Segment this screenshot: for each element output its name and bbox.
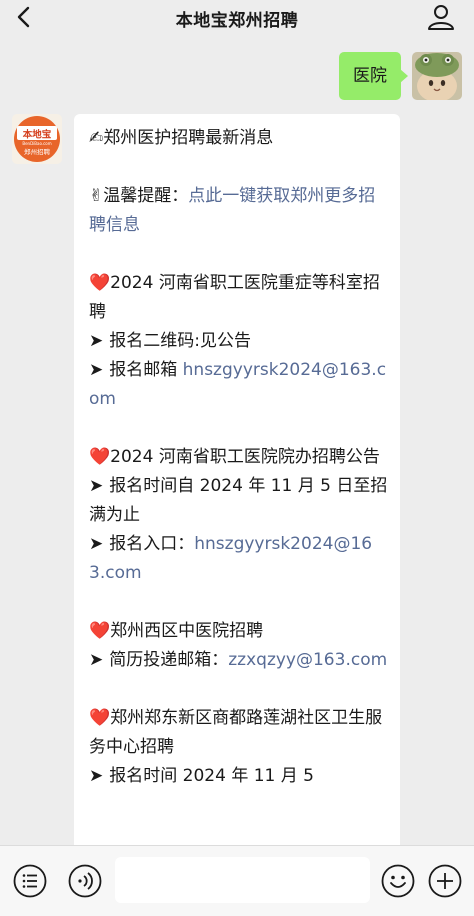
writing-hand-icon: ✍ — [89, 128, 104, 148]
section-heading: ❤️2024 河南省职工医院重症等科室招聘 — [89, 273, 380, 322]
list-item: ➤ 报名时间 2024 年 11 月 5 — [89, 762, 388, 791]
tip-line: ✌温馨提醒：点此一键获取郑州更多招聘信息 — [89, 186, 376, 235]
chat-title: 本地宝郑州招聘 — [175, 11, 299, 31]
item-label: 报名二维码: — [109, 331, 200, 351]
job-sections: ❤️2024 河南省职工医院重症等科室招聘 ➤ 报名二维码:见公告 ➤ 报名邮箱 hns… — [89, 240, 388, 791]
person-icon[interactable] — [426, 3, 456, 31]
svg-text:本地宝: 本地宝 — [23, 129, 52, 141]
arrow-icon: ➤ — [89, 766, 104, 786]
emoji-icon[interactable] — [381, 864, 415, 898]
input-bar — [0, 845, 474, 916]
plus-icon[interactable] — [428, 864, 462, 898]
outgoing-message-bubble[interactable]: 医院 — [339, 52, 408, 100]
section-heading: ❤️郑州西区中医院招聘 — [89, 621, 264, 641]
item-label: 报名入口： — [109, 534, 195, 554]
voice-icon[interactable] — [68, 864, 102, 898]
item-label: 报名时间 2024 年 11 月 5 — [109, 766, 314, 786]
arrow-icon: ➤ — [89, 331, 104, 351]
chat-header: 本地宝郑州招聘 — [0, 0, 474, 34]
email-link[interactable]: zzxqzyy@163.com — [228, 650, 387, 670]
item-label: 报名时间自 2024 年 11 月 5 日至招满为止 — [89, 476, 388, 525]
svg-text:BenDiBao.com: BenDiBao.com — [22, 141, 51, 146]
item-value: 见公告 — [199, 331, 251, 351]
list-item: ➤ 报名邮箱 hnszgyyrsk2024@163.com — [89, 356, 388, 414]
arrow-icon: ➤ — [89, 476, 104, 496]
heart-icon: ❤️ — [89, 708, 111, 728]
user-avatar-image — [412, 52, 462, 100]
arrow-icon: ➤ — [89, 360, 104, 380]
list-item: ➤ 报名入口：hnszgyyrsk2024@163.com — [89, 530, 388, 588]
arrow-icon: ➤ — [89, 534, 104, 554]
outgoing-message-text: 医院 — [353, 66, 387, 86]
item-label: 报名邮箱 — [109, 360, 183, 380]
avatar[interactable]: 本地宝 BenDiBao.com 郑州招聘 — [12, 114, 62, 164]
bendibao-logo-icon: 本地宝 BenDiBao.com 郑州招聘 — [14, 116, 60, 162]
arrow-icon: ➤ — [89, 650, 104, 670]
heart-icon: ❤️ — [89, 621, 111, 641]
message-input[interactable] — [115, 857, 370, 903]
list-item: ➤ 报名时间自 2024 年 11 月 5 日至招满为止 — [89, 472, 388, 530]
message-title: ✍郑州医护招聘最新消息 — [89, 128, 274, 148]
avatar[interactable] — [412, 52, 462, 100]
heart-icon: ❤️ — [89, 447, 111, 467]
list-item: ➤ 报名二维码:见公告 — [89, 327, 388, 356]
victory-hand-icon: ✌ — [89, 186, 104, 206]
section-heading: ❤️2024 河南省职工医院院办招聘公告 — [89, 447, 380, 467]
item-label: 简历投递邮箱： — [109, 650, 229, 670]
incoming-message-bubble[interactable]: ✍郑州医护招聘最新消息 ✌温馨提醒：点此一键获取郑州更多招聘信息 ❤️2024 … — [74, 114, 400, 874]
list-item: ➤ 简历投递邮箱：zzxqzyy@163.com — [89, 646, 388, 675]
heart-icon: ❤️ — [89, 273, 111, 293]
menu-list-icon[interactable] — [13, 864, 47, 898]
svg-text:郑州招聘: 郑州招聘 — [24, 147, 51, 156]
section-heading: ❤️郑州郑东新区商都路莲湖社区卫生服务中心招聘 — [89, 708, 383, 757]
